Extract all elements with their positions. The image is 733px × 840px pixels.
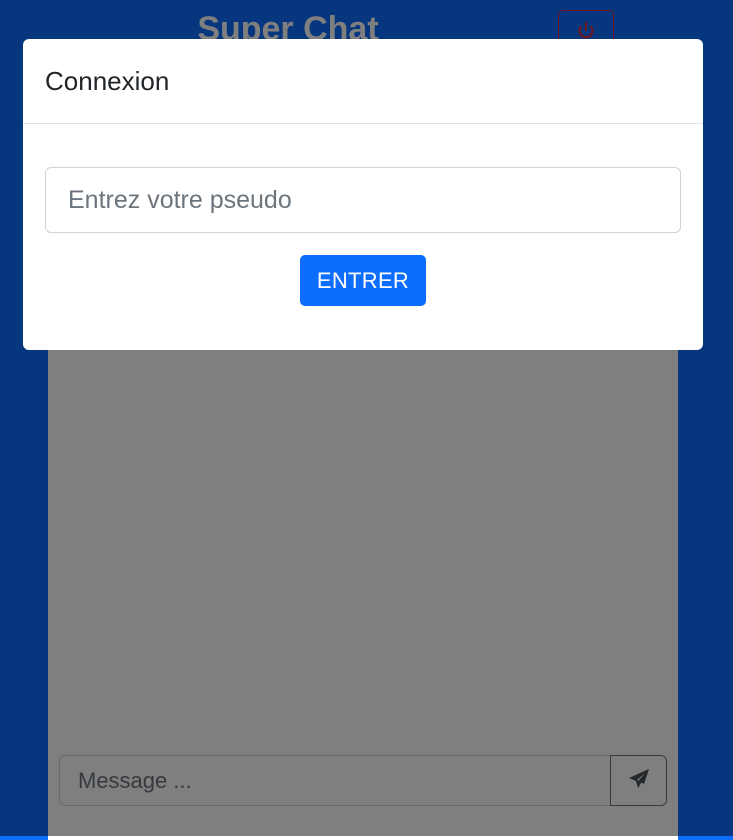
modal-title: Connexion: [45, 65, 170, 96]
pseudo-input[interactable]: [45, 167, 681, 233]
login-modal: Connexion ENTRER: [23, 39, 703, 350]
modal-body: ENTRER: [23, 124, 703, 306]
enter-button[interactable]: ENTRER: [299, 255, 427, 306]
enter-row: ENTRER: [45, 255, 681, 306]
modal-header: Connexion: [23, 39, 703, 124]
